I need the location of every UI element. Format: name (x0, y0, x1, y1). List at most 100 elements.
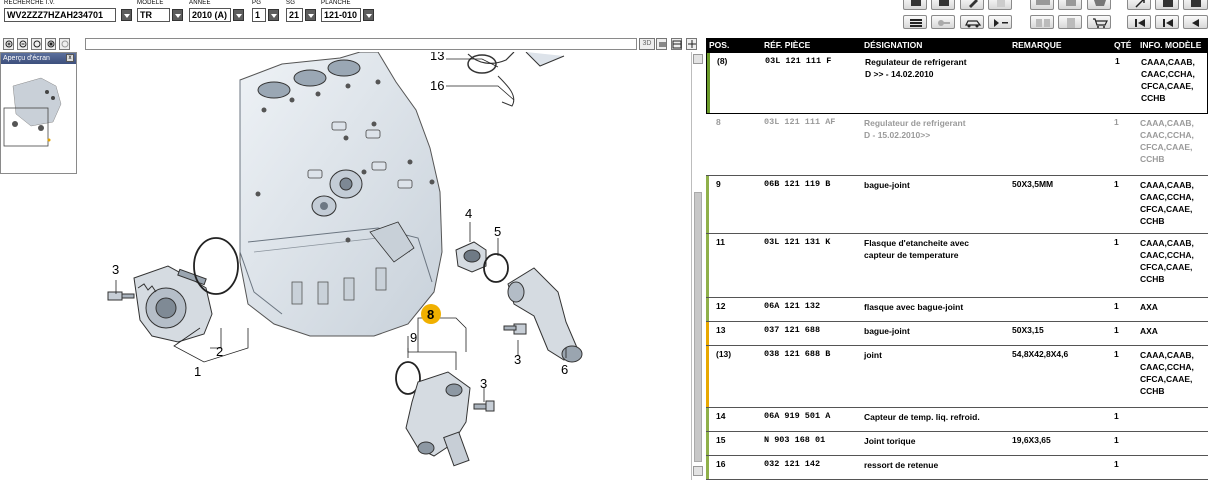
preview-close-button[interactable]: x (66, 54, 74, 62)
model-label: MODÈLE (137, 0, 164, 6)
table-row[interactable]: 9 06B 121 119 B bague-joint 50X3,5MM 1 CAAA,C… (706, 176, 1208, 234)
cell-qty: 1 (1114, 237, 1119, 247)
note-icon (997, 0, 1005, 7)
callout-1[interactable]: 1 (194, 364, 201, 379)
callout-9[interactable]: 9 (410, 330, 417, 345)
table-row[interactable]: 14 06A 919 501 A Capteur de temp. liq. ref… (706, 408, 1208, 432)
viewer-address-bar[interactable] (85, 38, 637, 50)
pg-dropdown-button[interactable] (268, 9, 279, 21)
play-button[interactable] (988, 15, 1012, 29)
callout-3-left[interactable]: 3 (112, 262, 119, 277)
split-view-button[interactable] (671, 38, 682, 50)
play-minus-icon (994, 19, 1008, 27)
scroll-down-button[interactable] (693, 466, 703, 476)
plate-select[interactable]: 121-010 (321, 8, 361, 22)
print-button[interactable] (903, 0, 927, 10)
exploded-parts-diagram[interactable]: 13 16 4 5 3 2 1 9 3 6 3 8 (78, 52, 690, 480)
table-row[interactable]: 16 032 121 142 ressort de retenue 1 (706, 456, 1208, 480)
vin-search-input[interactable]: WV2ZZZ7HZAH234701 (4, 8, 116, 22)
table-row[interactable]: 15 N 903 168 01 Joint torique 19,6X3,65 1 (706, 432, 1208, 456)
list-view-button[interactable] (903, 15, 927, 29)
catalog-edit-button[interactable] (1183, 0, 1208, 10)
edit-button[interactable] (960, 0, 984, 10)
previous-button[interactable] (1183, 15, 1208, 29)
vehicle-button[interactable] (960, 15, 984, 29)
diagram-scrollbar[interactable] (691, 52, 703, 480)
cylinder-bore (327, 59, 361, 77)
plate-dropdown-button[interactable] (363, 9, 374, 21)
row-status-bar (706, 176, 709, 233)
cell-qty: 1 (1114, 349, 1119, 359)
parts-list-header: POS. RÉF. PIÈCE DÉSIGNATION REMARQUE QTÉ… (706, 38, 1208, 52)
first-page-button[interactable] (1127, 15, 1151, 29)
pg-select[interactable]: 1 (252, 8, 266, 22)
table-row[interactable]: 13 037 121 688 bague-joint 50X3,15 1 AXA (706, 322, 1208, 346)
previous-page-button[interactable] (1155, 15, 1179, 29)
year-label: ANNÉE (189, 0, 211, 6)
table-row[interactable]: (13) 038 121 688 B joint 54,8X42,8X4,6 1 CAAA… (706, 346, 1208, 408)
callout-2[interactable]: 2 (216, 344, 223, 359)
row-status-bar (707, 53, 710, 113)
year-dropdown-button[interactable] (233, 9, 244, 21)
column-qty[interactable]: QTÉ (1114, 40, 1131, 50)
preview-thumbnail[interactable] (1, 64, 76, 172)
compare-button[interactable] (1030, 15, 1054, 29)
expand-button[interactable] (1127, 0, 1151, 10)
column-info[interactable]: INFO. MODÈLE (1140, 40, 1201, 50)
sg-dropdown-button[interactable] (305, 9, 316, 21)
scroll-thumb[interactable] (694, 192, 702, 462)
model-dropdown-button[interactable] (172, 9, 183, 21)
row-status-bar (706, 234, 709, 297)
cell-pos: 13 (716, 325, 726, 335)
callout-16[interactable]: 16 (430, 78, 444, 93)
cart-button[interactable] (1087, 15, 1111, 29)
key-button[interactable] (931, 15, 955, 29)
cell-designation: bague-joint (864, 180, 910, 190)
column-designation[interactable]: DÉSIGNATION (864, 40, 922, 50)
column-ref[interactable]: RÉF. PIÈCE (764, 40, 810, 50)
bookmark-button[interactable] (1058, 15, 1082, 29)
cart-icon (1094, 0, 1106, 6)
zoom-out-button[interactable] (17, 38, 28, 50)
column-remarque[interactable]: REMARQUE (1012, 40, 1062, 50)
note-button[interactable] (988, 0, 1012, 10)
table-row[interactable]: 11 03L 121 131 K Flasque d'etancheite avec… (706, 234, 1208, 298)
elsa-button[interactable] (1030, 0, 1054, 10)
sg-select[interactable]: 21 (286, 8, 303, 22)
resize-panel-button[interactable] (686, 38, 697, 50)
screen-preview-panel: Aperçu d'écran x (0, 52, 77, 174)
image-icon (659, 42, 666, 47)
cell-designation: Joint torique (864, 436, 916, 446)
3d-toggle-button[interactable]: 3D (639, 38, 655, 50)
column-pos[interactable]: POS. (709, 40, 729, 50)
cell-remarque: 50X3,5MM (1012, 179, 1054, 189)
catalog-button[interactable] (1155, 0, 1179, 10)
cell-ref: 06A 121 132 (764, 301, 821, 311)
zoom-fit-button[interactable] (31, 38, 42, 50)
table-row[interactable]: (8) 03L 121 111 F Regulateur de refrigeran… (706, 52, 1208, 114)
zoom-in-button[interactable] (3, 38, 14, 50)
vin-dropdown-button[interactable] (121, 9, 132, 21)
callout-3-right[interactable]: 3 (480, 376, 487, 391)
tools-button[interactable] (1058, 0, 1082, 10)
cell-qty: 1 (1114, 117, 1119, 127)
year-select[interactable]: 2010 (A) (189, 8, 231, 22)
callout-4[interactable]: 4 (465, 206, 472, 221)
cart-top-button[interactable] (1087, 0, 1111, 10)
cell-pos: 15 (716, 435, 726, 445)
callout-3-mid[interactable]: 3 (514, 352, 521, 367)
print-list-button[interactable] (931, 0, 955, 10)
coolant-regulator-8 (405, 371, 471, 467)
zoom-area-button[interactable] (45, 38, 56, 50)
callout-13[interactable]: 13 (430, 52, 444, 63)
table-row[interactable]: 8 03L 121 111 AF Regulateur de refrigerant… (706, 114, 1208, 176)
model-select[interactable]: TR (137, 8, 170, 22)
table-row[interactable]: 12 06A 121 132 flasque avec bague-joint 1 AX… (706, 298, 1208, 322)
pg-label: PG (252, 0, 262, 6)
callout-6[interactable]: 6 (561, 362, 568, 377)
scroll-up-button[interactable] (693, 54, 703, 64)
highlighted-callout-8[interactable]: 8 (421, 304, 441, 324)
image-button[interactable] (656, 38, 667, 50)
callout-5[interactable]: 5 (494, 224, 501, 239)
zoom-reset-button[interactable] (59, 38, 70, 50)
